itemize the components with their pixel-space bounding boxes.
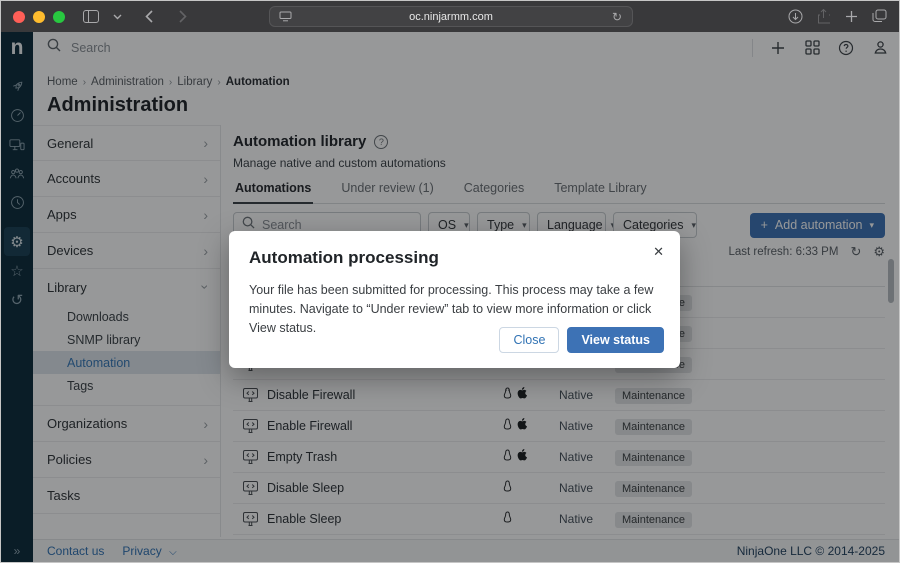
reload-icon[interactable]: ↻ [609, 5, 625, 29]
window-controls [13, 11, 65, 23]
forward-button[interactable] [171, 5, 195, 29]
minimize-window-button[interactable] [33, 11, 45, 23]
downloads-icon[interactable] [783, 4, 807, 28]
dialog-title: Automation processing [249, 248, 660, 268]
new-tab-icon[interactable] [839, 4, 863, 28]
app-window: oc.ninjarmm.com ↻ n [0, 0, 900, 563]
site-settings-icon[interactable] [277, 5, 293, 29]
zoom-window-button[interactable] [53, 11, 65, 23]
sidebar-toggle-icon[interactable] [79, 5, 103, 29]
chevron-down-icon[interactable] [105, 5, 129, 29]
close-button[interactable]: Close [499, 327, 559, 353]
view-status-button[interactable]: View status [567, 327, 664, 353]
url-text: oc.ninjarmm.com [293, 11, 609, 23]
app-page: n ⚙ ☆ ↺ » [1, 32, 899, 562]
share-icon[interactable] [811, 4, 835, 28]
browser-chrome: oc.ninjarmm.com ↻ [1, 1, 899, 32]
close-window-button[interactable] [13, 11, 25, 23]
automation-processing-dialog: Automation processing ✕ Your file has be… [229, 231, 680, 368]
tab-overview-icon[interactable] [867, 4, 891, 28]
url-bar[interactable]: oc.ninjarmm.com ↻ [269, 6, 633, 27]
back-button[interactable] [137, 5, 161, 29]
close-icon[interactable]: ✕ [653, 244, 664, 260]
